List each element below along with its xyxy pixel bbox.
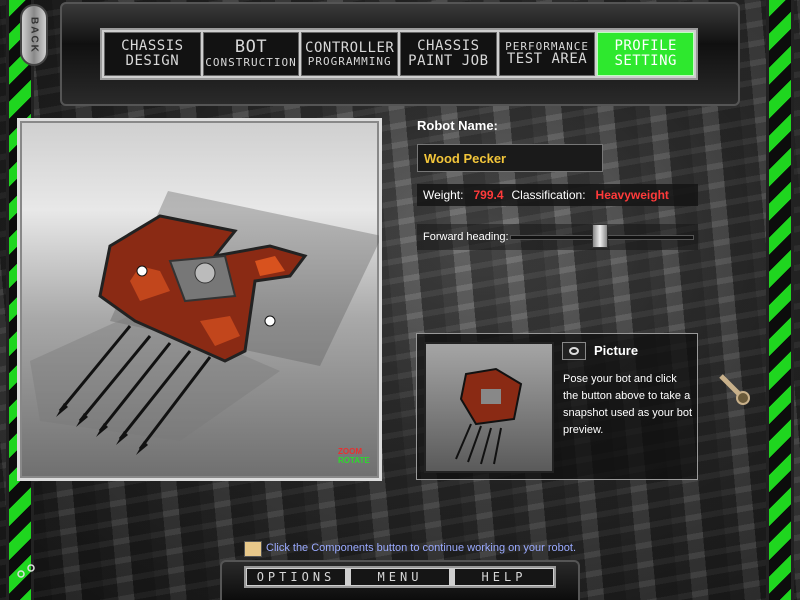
help-button[interactable]: HELP bbox=[455, 569, 553, 585]
robot-name-label: Robot Name: bbox=[417, 118, 498, 133]
back-button[interactable]: BACK bbox=[20, 4, 48, 66]
wrench-icon[interactable] bbox=[717, 372, 751, 406]
tip-text: Click the Components button to continue … bbox=[266, 542, 577, 554]
picture-description: Pose your bot and click the button above… bbox=[563, 373, 693, 436]
classification-value: Heavyweight bbox=[595, 188, 669, 202]
bottom-button-strip: OPTIONS MENU HELP bbox=[244, 566, 556, 588]
tab-label-line1: PROFILE bbox=[614, 38, 677, 55]
tab-label-line1: CHASSIS bbox=[121, 38, 184, 55]
tab-label-line2: DESIGN bbox=[125, 53, 180, 69]
tab-strip: CHASSIS DESIGN BOT CONSTRUCTION CONTROLL… bbox=[100, 28, 698, 80]
zoom-rotate-legend: ZOOM ROTATE bbox=[338, 447, 370, 465]
bot-preview-image bbox=[424, 342, 554, 473]
decorative-dots-icon bbox=[17, 564, 35, 578]
tab-chassis-paint-job[interactable]: CHASSIS PAINT JOB bbox=[400, 32, 497, 76]
camera-snapshot-button[interactable] bbox=[562, 342, 586, 360]
hazard-stripe-right bbox=[766, 0, 794, 600]
weight-label: Weight: bbox=[423, 188, 464, 202]
tab-label-line1: CHASSIS bbox=[417, 38, 480, 55]
tab-controller-programming[interactable]: CONTROLLER PROGRAMMING bbox=[301, 32, 399, 76]
robot-name-field[interactable]: Wood Pecker bbox=[417, 144, 603, 172]
robot-model-render bbox=[30, 191, 379, 455]
forward-heading-label: Forward heading: bbox=[423, 231, 509, 243]
classification-label: Classification: bbox=[511, 188, 586, 202]
tab-label-line1: CONTROLLER bbox=[305, 39, 395, 56]
tab-label-line1: BOT bbox=[234, 37, 268, 58]
options-button[interactable]: OPTIONS bbox=[247, 569, 345, 585]
tip-icon bbox=[244, 541, 262, 557]
rotate-label: ROTATE bbox=[338, 456, 370, 465]
stats-bar: Weight: 799.4 Classification: Heavyweigh… bbox=[417, 184, 698, 206]
bot-preview-render bbox=[455, 367, 523, 465]
tab-performance-test-area[interactable]: PERFORMANCE TEST AREA bbox=[498, 32, 596, 76]
tab-label-line2: TEST AREA bbox=[506, 51, 588, 68]
tab-chassis-design[interactable]: CHASSIS DESIGN bbox=[104, 32, 201, 76]
tab-profile-setting[interactable]: PROFILE SETTING bbox=[597, 32, 695, 76]
forward-heading-slider-thumb[interactable] bbox=[592, 224, 609, 248]
tab-bot-construction[interactable]: BOT CONSTRUCTION bbox=[202, 32, 300, 76]
zoom-label: ZOOM bbox=[338, 447, 362, 456]
tab-label-line2: CONSTRUCTION bbox=[205, 56, 297, 70]
tab-label-line2: SETTING bbox=[614, 53, 677, 69]
menu-button[interactable]: MENU bbox=[351, 569, 449, 585]
tab-label-line2: PROGRAMMING bbox=[307, 54, 392, 68]
weight-value: 799.4 bbox=[473, 188, 504, 202]
robot-3d-viewport[interactable]: ZOOM ROTATE bbox=[17, 118, 382, 481]
picture-title: Picture bbox=[594, 343, 639, 358]
camera-icon bbox=[569, 347, 579, 355]
tab-label-line2: PAINT JOB bbox=[408, 53, 489, 69]
